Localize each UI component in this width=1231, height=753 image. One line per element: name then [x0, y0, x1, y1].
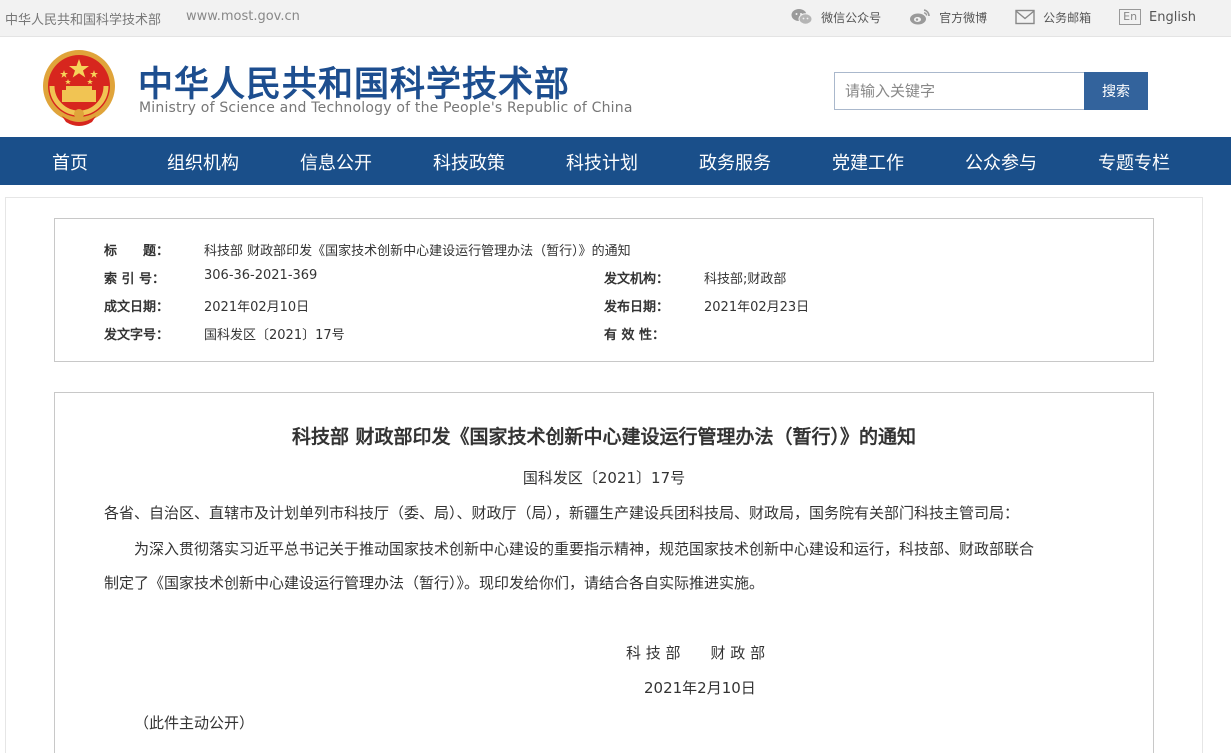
- main-nav: 首页 组织机构 信息公开 科技政策 科技计划 政务服务 党建工作 公众参与 专题…: [0, 137, 1231, 185]
- meta-docno-value: 国科发区〔2021〕17号: [204, 328, 345, 343]
- mail-icon: [1015, 9, 1035, 25]
- article-body-line-1: 为深入贯彻落实习近平总书记关于推动国家技术创新中心建设的重要指示精神，规范国家技…: [134, 540, 1035, 558]
- wechat-link[interactable]: 微信公众号: [791, 8, 881, 26]
- weibo-label: 官方微博: [939, 10, 988, 25]
- meta-created-label: 成文日期：: [104, 300, 170, 315]
- mail-link[interactable]: 公务邮箱: [1015, 9, 1091, 26]
- wechat-label: 微信公众号: [821, 10, 882, 25]
- nav-item-info-disclosure[interactable]: 信息公开: [300, 149, 372, 175]
- article-doc-number: 国科发区〔2021〕17号: [522, 469, 686, 487]
- meta-docno-label: 发文字号：: [104, 328, 170, 343]
- wechat-icon: [791, 8, 813, 26]
- top-bar: 中华人民共和国科学技术部 www.most.gov.cn 微信公众号 官方微博 …: [0, 0, 1231, 37]
- meta-issuer-value: 科技部;财政部: [704, 272, 787, 287]
- article-public-note: （此件主动公开）: [134, 714, 255, 732]
- article-sign-date: 2021年2月10日: [644, 679, 756, 697]
- nav-item-public[interactable]: 公众参与: [965, 149, 1037, 175]
- article-title: 科技部 财政部印发《国家技术创新中心建设运行管理办法（暂行）》的通知: [291, 426, 917, 448]
- article-salutation: 各省、自治区、直辖市及计划单列市科技厅（委、局）、财政厅（局），新疆生产建设兵团…: [104, 504, 1020, 522]
- nav-item-home[interactable]: 首页: [52, 149, 88, 175]
- site-name[interactable]: 中华人民共和国科学技术部: [5, 9, 161, 28]
- english-label: English: [1149, 9, 1196, 25]
- english-badge-icon: En: [1119, 9, 1142, 25]
- meta-validity-label: 有 效 性：: [604, 328, 666, 343]
- meta-title-value: 科技部 财政部印发《国家技术创新中心建设运行管理办法（暂行）》的通知: [204, 244, 631, 259]
- meta-title-label: 标 题：: [104, 244, 170, 259]
- nav-item-party[interactable]: 党建工作: [832, 149, 904, 175]
- search-input[interactable]: [834, 72, 1085, 110]
- meta-index-value: 306-36-2021-369: [204, 268, 318, 283]
- article-body-line-2: 制定了《国家技术创新中心建设运行管理办法（暂行）》。现印发给你们，请结合各自实际…: [104, 574, 765, 592]
- meta-index-label: 索 引 号：: [104, 272, 166, 287]
- nav-item-topics[interactable]: 专题专栏: [1098, 149, 1170, 175]
- article-signatories: 科 技 部 财 政 部: [626, 644, 766, 662]
- weibo-icon: [909, 8, 931, 26]
- meta-created-value: 2021年02月10日: [204, 300, 310, 315]
- nav-item-programs[interactable]: 科技计划: [566, 149, 638, 175]
- nav-item-organization[interactable]: 组织机构: [167, 149, 239, 175]
- nav-item-policy[interactable]: 科技政策: [433, 149, 505, 175]
- nav-item-services[interactable]: 政务服务: [699, 149, 771, 175]
- site-url[interactable]: www.most.gov.cn: [186, 9, 300, 24]
- search-button[interactable]: 搜索: [1084, 72, 1148, 110]
- english-link[interactable]: En English: [1119, 9, 1196, 25]
- site-subtitle: Ministry of Science and Technology of th…: [139, 100, 633, 116]
- meta-published-label: 发布日期：: [604, 300, 670, 315]
- weibo-link[interactable]: 官方微博: [909, 8, 987, 26]
- mail-label: 公务邮箱: [1043, 10, 1092, 25]
- top-links: 微信公众号 官方微博 公务邮箱 En English: [763, 8, 1196, 26]
- meta-issuer-label: 发文机构：: [604, 272, 670, 287]
- site-header: 中华人民共和国科学技术部 Ministry of Science and Tec…: [0, 38, 1231, 137]
- national-emblem-icon: [40, 46, 118, 130]
- meta-published-value: 2021年02月23日: [704, 300, 810, 315]
